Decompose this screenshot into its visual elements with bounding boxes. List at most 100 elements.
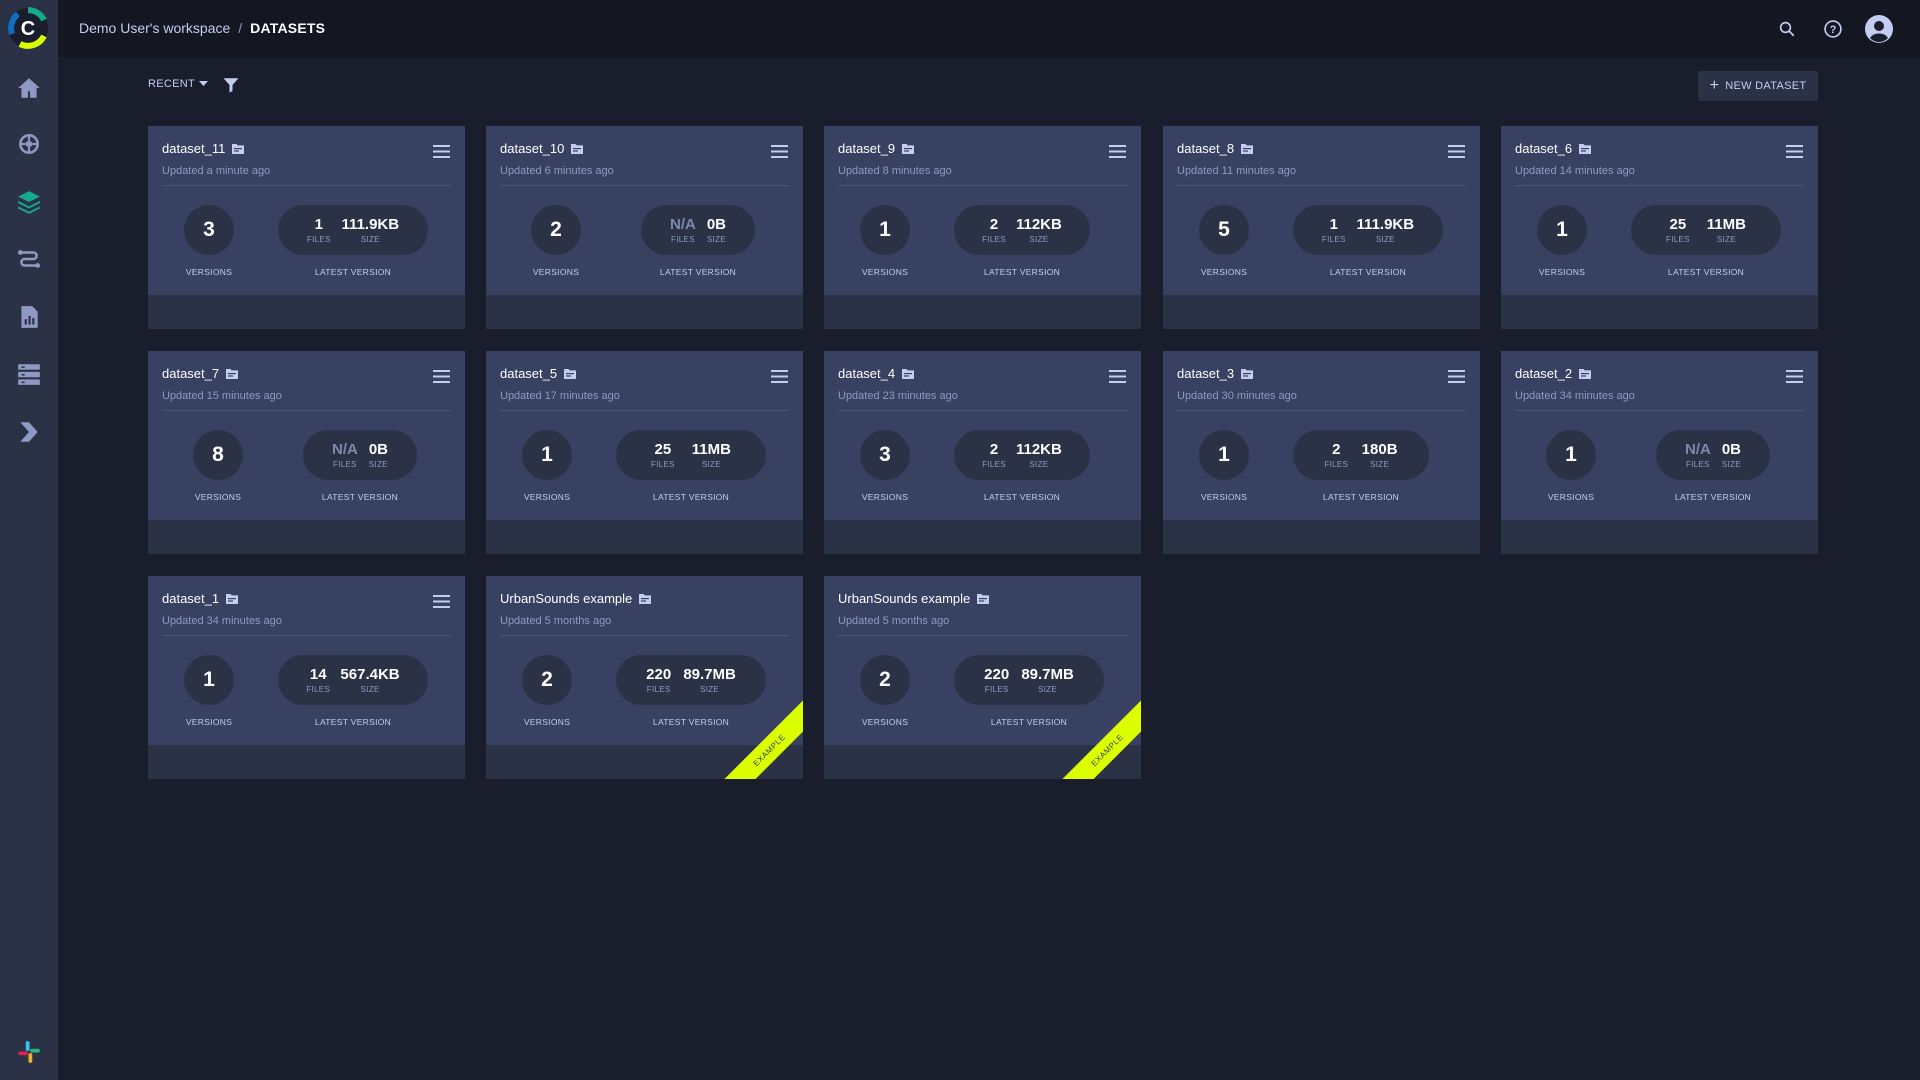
dataset-card[interactable]: dataset_2 Updated 34 minutes ago 1 VERSIONS… — [1501, 351, 1818, 554]
card-menu-button[interactable] — [433, 595, 450, 608]
nav-slack[interactable] — [0, 1030, 58, 1074]
dataset-card[interactable]: dataset_7 Updated 15 minutes ago 8 VERSIONS… — [148, 351, 465, 554]
files-value: N/A — [331, 441, 358, 458]
folder-icon — [1241, 368, 1254, 379]
dataset-card[interactable]: dataset_9 Updated 8 minutes ago 1 VERSIONS 2… — [824, 126, 1141, 329]
nav-deploy[interactable] — [0, 410, 58, 454]
help-button[interactable]: ? — [1818, 14, 1848, 44]
size-label: SIZE — [706, 235, 726, 244]
dataset-card[interactable]: UrbanSounds example Updated 5 months ago 2… — [486, 576, 803, 779]
dataset-card[interactable]: dataset_4 Updated 23 minutes ago 3 VERSIONS… — [824, 351, 1141, 554]
card-menu-button[interactable] — [1786, 145, 1803, 158]
card-title: dataset_6 — [1515, 141, 1592, 156]
size-value: 111.9KB — [341, 216, 400, 233]
size-label: SIZE — [1029, 460, 1049, 469]
nav-reports[interactable] — [0, 295, 58, 339]
card-menu-button[interactable] — [771, 145, 788, 158]
new-dataset-button[interactable]: + NEW DATASET — [1698, 71, 1818, 101]
latest-version-caption: LATEST VERSION — [1667, 267, 1745, 277]
card-title: dataset_10 — [500, 141, 584, 156]
card-title: dataset_2 — [1515, 366, 1592, 381]
latest-version-caption: LATEST VERSION — [314, 717, 392, 727]
versions-caption: VERSIONS — [861, 267, 909, 277]
size-stat: 89.7MB SIZE — [1021, 666, 1074, 694]
card-footer — [486, 295, 803, 329]
latest-version-caption: LATEST VERSION — [321, 492, 399, 502]
dataset-card[interactable]: dataset_3 Updated 30 minutes ago 1 VERSIONS… — [1163, 351, 1480, 554]
breadcrumb-separator: / — [238, 20, 243, 36]
breadcrumb-workspace[interactable]: Demo User's workspace — [79, 20, 230, 36]
filter-icon — [223, 78, 239, 93]
reports-icon — [21, 306, 38, 328]
card-divider — [838, 185, 1127, 186]
filter-button[interactable] — [222, 76, 240, 94]
updated-time: Updated 6 minutes ago — [500, 165, 614, 177]
files-value: N/A — [669, 216, 696, 233]
size-value: 0B — [1721, 441, 1741, 458]
card-divider — [500, 410, 789, 411]
search-button[interactable] — [1772, 14, 1802, 44]
card-menu-button[interactable] — [433, 145, 450, 158]
user-menu-button[interactable] — [1864, 14, 1894, 44]
latest-version-caption: LATEST VERSION — [983, 492, 1061, 502]
versions-count: 2 — [860, 655, 910, 705]
versions-count: 8 — [193, 430, 243, 480]
card-title: dataset_5 — [500, 366, 577, 381]
card-menu-button[interactable] — [1448, 145, 1465, 158]
versions-caption: VERSIONS — [1200, 492, 1248, 502]
dataset-card[interactable]: dataset_1 Updated 34 minutes ago 1 VERSIONS… — [148, 576, 465, 779]
dataset-name: dataset_4 — [838, 366, 896, 381]
svg-text:?: ? — [1830, 24, 1837, 36]
card-title: dataset_3 — [1177, 366, 1254, 381]
card-menu-button[interactable] — [433, 370, 450, 383]
nav-orchestration[interactable] — [0, 352, 58, 396]
size-label: SIZE — [1029, 235, 1049, 244]
dataset-card[interactable]: UrbanSounds example Updated 5 months ago 2… — [824, 576, 1141, 779]
dataset-card[interactable]: dataset_11 Updated a minute ago 3 VERSIONS 1… — [148, 126, 465, 329]
nav-datasets[interactable] — [0, 180, 58, 224]
size-stat: 112KB SIZE — [1016, 441, 1062, 469]
dataset-name: dataset_5 — [500, 366, 558, 381]
latest-version-stats: 2 FILES 180B SIZE — [1293, 430, 1429, 480]
dataset-card[interactable]: dataset_8 Updated 11 minutes ago 5 VERSIONS… — [1163, 126, 1480, 329]
dataset-name: dataset_7 — [162, 366, 220, 381]
card-menu-button[interactable] — [1109, 145, 1126, 158]
nav-home[interactable] — [0, 66, 58, 110]
card-menu-button[interactable] — [1448, 370, 1465, 383]
card-footer — [1501, 520, 1818, 554]
sort-dropdown[interactable]: RECENT — [148, 78, 209, 90]
size-value: 112KB — [1015, 441, 1062, 458]
files-stat: 2 FILES — [1324, 441, 1348, 469]
size-value: 567.4KB — [340, 666, 400, 683]
latest-version-stats: 220 FILES 89.7MB SIZE — [954, 655, 1104, 705]
nav-pipelines[interactable] — [0, 237, 58, 281]
size-value: 89.7MB — [683, 666, 736, 683]
files-label: FILES — [306, 685, 331, 694]
versions-count: 3 — [860, 430, 910, 480]
dataset-card[interactable]: dataset_10 Updated 6 minutes ago 2 VERSIONS… — [486, 126, 803, 329]
updated-time: Updated a minute ago — [162, 165, 271, 177]
dataset-name: dataset_9 — [838, 141, 896, 156]
dataset-name: UrbanSounds example — [838, 591, 971, 606]
dataset-card[interactable]: dataset_6 Updated 14 minutes ago 1 VERSIONS… — [1501, 126, 1818, 329]
versions-count: 1 — [1537, 205, 1587, 255]
latest-version-stats: N/A FILES 0B SIZE — [303, 430, 417, 480]
card-footer — [1501, 295, 1818, 329]
card-menu-button[interactable] — [1109, 370, 1126, 383]
app-logo[interactable]: C — [6, 6, 50, 50]
files-label: FILES — [646, 685, 671, 694]
nav-projects[interactable] — [0, 122, 58, 166]
files-label: FILES — [1686, 460, 1710, 469]
card-divider — [162, 410, 451, 411]
card-menu-button[interactable] — [1786, 370, 1803, 383]
size-label: SIZE — [360, 685, 380, 694]
card-menu-button[interactable] — [771, 370, 788, 383]
search-icon — [1779, 21, 1795, 37]
latest-version-caption: LATEST VERSION — [652, 717, 730, 727]
latest-version-caption: LATEST VERSION — [659, 267, 737, 277]
card-divider — [1177, 185, 1466, 186]
size-stat: 180B SIZE — [1362, 441, 1398, 469]
dataset-card[interactable]: dataset_5 Updated 17 minutes ago 1 VERSIONS… — [486, 351, 803, 554]
updated-time: Updated 15 minutes ago — [162, 390, 282, 402]
menu-icon — [1109, 370, 1126, 383]
